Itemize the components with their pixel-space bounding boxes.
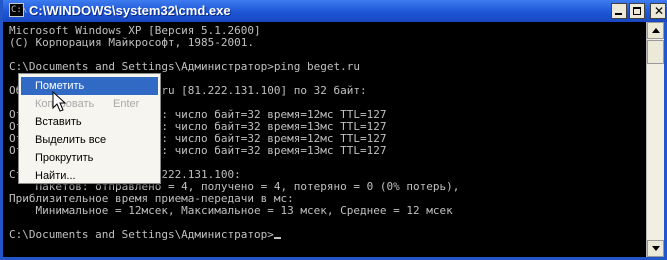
menu-item-copy[interactable]: Копировать Enter	[19, 95, 160, 113]
menu-item-label: Найти...	[35, 170, 76, 182]
console-line: (С) Корпорация Майкрософт, 1985-2001.	[9, 36, 255, 49]
close-button[interactable]: ✕	[650, 3, 666, 19]
arrow-down-icon	[652, 246, 660, 251]
mouse-pointer-icon	[52, 91, 67, 112]
menu-item-find[interactable]: Найти...	[19, 167, 160, 185]
console-line: C:\Documents and Settings\Администратор>…	[9, 60, 360, 73]
menu-item-scroll[interactable]: Прокрутить	[19, 149, 160, 167]
scroll-down-button[interactable]	[647, 240, 664, 257]
menu-item-paste[interactable]: Вставить	[19, 113, 160, 131]
arrow-up-icon	[652, 28, 660, 33]
window-title: C:\WINDOWS\system32\cmd.exe	[29, 3, 231, 18]
close-icon: ✕	[654, 4, 665, 18]
menu-item-mark[interactable]: Пометить	[21, 77, 158, 95]
menu-item-shortcut: Enter	[113, 98, 140, 110]
minimize-button[interactable]	[611, 3, 627, 19]
text-cursor	[273, 237, 281, 239]
context-menu: Пометить Копировать Enter Вставить Выдели…	[18, 73, 161, 184]
menu-item-select-all[interactable]: Выделить все	[19, 131, 160, 149]
scroll-thumb[interactable]	[647, 40, 664, 64]
scroll-up-button[interactable]	[647, 22, 664, 39]
prompt-text: C:\Documents and Settings\Администратор>	[9, 228, 274, 241]
maximize-icon	[633, 7, 641, 15]
prompt-line: C:\Documents and Settings\Администратор>	[9, 229, 281, 241]
console-line: Минимальное = 12мсек, Максимальное = 13 …	[9, 204, 453, 217]
menu-item-label: Прокрутить	[35, 152, 94, 164]
menu-item-label: Выделить все	[35, 134, 107, 146]
title-bar[interactable]: C:\ C:\WINDOWS\system32\cmd.exe ✕	[3, 0, 667, 22]
vertical-scrollbar[interactable]	[646, 22, 664, 257]
cmd-window: C:\ C:\WINDOWS\system32\cmd.exe ✕ Micros…	[0, 0, 667, 260]
minimize-icon	[615, 13, 622, 15]
cmd-icon[interactable]: C:\	[9, 3, 27, 17]
menu-item-label: Вставить	[35, 116, 82, 128]
maximize-button[interactable]	[629, 3, 645, 19]
